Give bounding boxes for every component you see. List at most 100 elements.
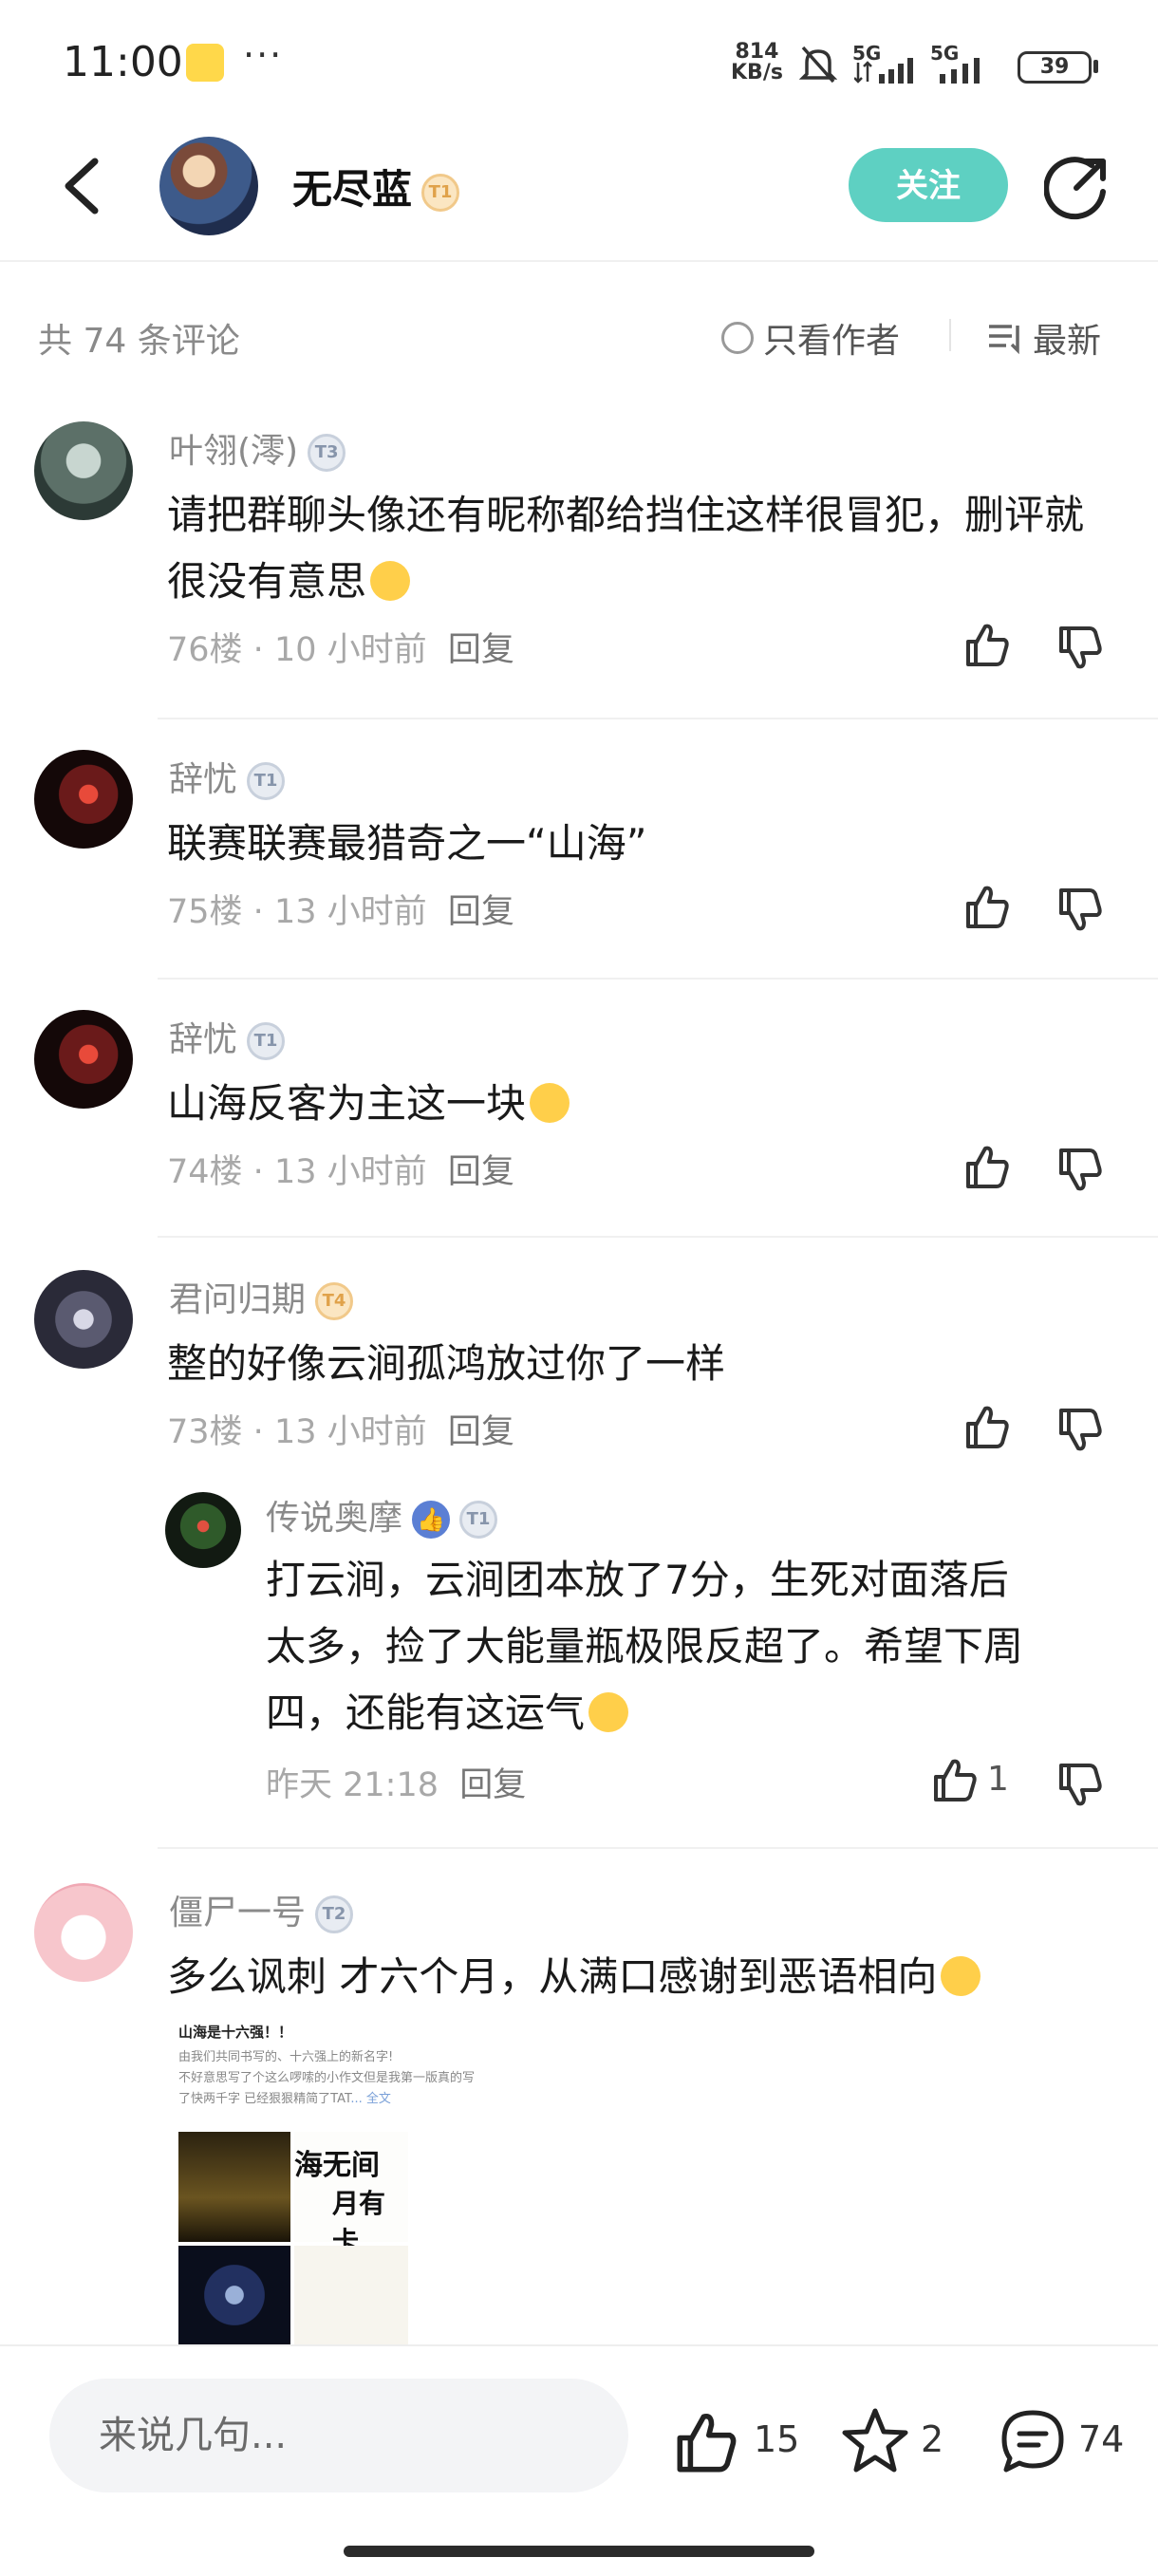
comment-divider: [158, 1847, 1158, 1849]
commenter-name-text: 辞忧: [169, 760, 238, 799]
comment-text-body: 多么讽刺 才六个月，从满口感谢到恶语相向: [167, 1953, 938, 2000]
reply-text-line: 打云涧，云涧团本放了7分，生死对面落后: [266, 1557, 1009, 1603]
commenter-avatar[interactable]: [34, 421, 133, 520]
reply-text: 打云涧，云涧团本放了7分，生死对面落后 太多，捡了大能量瓶极限反超了。希望下周 …: [266, 1547, 1101, 1746]
signal-icon-2: [940, 58, 980, 84]
floor-number: 75楼: [167, 893, 243, 931]
read-more-link[interactable]: ... 全文: [350, 2092, 391, 2106]
reply-button[interactable]: 回复: [448, 1413, 514, 1451]
preview-line: 不好意思写了个这么啰嗦的小作文但是我第一版真的写: [178, 2071, 476, 2085]
comment-text: 山海反客为主这一块: [167, 1071, 1097, 1137]
network-speed-unit: KB/s: [731, 61, 783, 84]
reply-button[interactable]: 回复: [459, 1766, 526, 1804]
sort-toggle[interactable]: 最新: [987, 313, 1101, 363]
reply-avatar[interactable]: [165, 1492, 241, 1568]
reply-button[interactable]: 回复: [448, 893, 514, 931]
level-badge: T4: [315, 1282, 354, 1320]
thumbs-down-icon[interactable]: [1055, 1760, 1105, 1809]
comment-meta: 75楼 · 13 小时前 回复: [167, 893, 514, 931]
comment-bubble-icon[interactable]: [997, 2405, 1069, 2477]
commenter-avatar[interactable]: [34, 1010, 133, 1109]
preview-thumb-2: [178, 2246, 290, 2344]
commenter-avatar[interactable]: [34, 1883, 133, 1982]
thumbs-down-icon[interactable]: [1055, 885, 1105, 934]
preview-title: 山海是十六强！！: [178, 2024, 293, 2041]
preview-calligraphy: 海无间 月有卡: [294, 2132, 408, 2257]
battery-indicator: 39: [1018, 51, 1092, 84]
network-speed-value: 814: [735, 40, 779, 64]
preview-line: 由我们共同书写的、十六强上的新名字!: [178, 2050, 394, 2064]
filter-separator: [949, 319, 951, 351]
author-level-badge: T1: [421, 173, 460, 212]
commenter-name-text: 叶翎(澪): [169, 432, 299, 471]
mute-bell-icon: [799, 46, 837, 84]
reply-meta: 昨天 21:18 回复: [266, 1758, 526, 1806]
battery-tip: [1093, 60, 1098, 73]
comment-divider: [158, 1236, 1158, 1238]
preview-line-last: 了快两千字 已经狠狠精简了TAT... 全文: [178, 2089, 530, 2110]
status-time: 11:00: [63, 38, 183, 86]
post-image-preview[interactable]: 山海是十六强！！ 由我们共同书写的、十六强上的新名字! 不好意思写了个这么啰嗦的…: [178, 2022, 530, 2344]
comment-meta: 73楼 · 13 小时前 回复: [167, 1413, 514, 1451]
reply-button[interactable]: 回复: [448, 631, 514, 669]
page-title[interactable]: 无尽蓝 T1: [292, 158, 460, 215]
preview-text-page: [294, 2246, 408, 2344]
comment-time: 13 小时前: [273, 1413, 427, 1451]
comment-meta: 74楼 · 13 小时前 回复: [167, 1153, 514, 1191]
level-badge: T1: [459, 1501, 498, 1539]
commenter-name[interactable]: 辞忧 T1: [169, 1012, 286, 1061]
floor-number: 73楼: [167, 1413, 243, 1451]
author-only-toggle[interactable]: 只看作者: [721, 313, 900, 363]
smile-emoji-icon: [588, 1692, 629, 1732]
replier-name[interactable]: 传说奥摩 👍 T1: [266, 1490, 498, 1540]
reply-text-line: 四，还能有这运气: [266, 1680, 1101, 1746]
commenter-name[interactable]: 僵尸一号 T2: [169, 1885, 354, 1934]
comment-text-body: 请把群聊头像还有昵称都给挡住这样很冒犯，删评就很没有意思: [167, 492, 1085, 605]
commenter-name[interactable]: 君问归期 T4: [169, 1272, 354, 1321]
reply-button[interactable]: 回复: [448, 1153, 514, 1191]
comment-divider: [158, 718, 1158, 719]
thumbs-up-icon[interactable]: [962, 1143, 1012, 1192]
author-avatar[interactable]: [159, 137, 258, 235]
back-arrow-icon[interactable]: [57, 156, 104, 216]
more-notifications-icon: ···: [243, 34, 284, 76]
star-count: 2: [921, 2418, 944, 2460]
home-indicator[interactable]: [344, 2546, 814, 2557]
commenter-name[interactable]: 叶翎(澪) T3: [169, 423, 346, 473]
comment-input[interactable]: 来说几句...: [49, 2379, 628, 2492]
floor-number: 74楼: [167, 1153, 243, 1191]
comment-count: 共 74 条评论: [38, 322, 240, 361]
sort-label: 最新: [1033, 322, 1102, 361]
level-badge: T2: [315, 1895, 354, 1933]
follow-button[interactable]: 关注: [849, 148, 1008, 222]
author-only-label: 只看作者: [763, 322, 901, 361]
comment-text: 请把群聊头像还有昵称都给挡住这样很冒犯，删评就很没有意思: [167, 482, 1097, 615]
thumbs-up-icon[interactable]: [930, 1756, 980, 1805]
comment-total: 74: [1078, 2418, 1125, 2460]
heart-eyes-emoji-icon: [941, 1956, 981, 1996]
thumbs-down-icon[interactable]: [1055, 1145, 1105, 1194]
calligraphy-line: 海无间: [294, 2149, 380, 2182]
radio-circle-icon: [721, 322, 754, 354]
reply-like-count: 1: [987, 1760, 1009, 1799]
level-badge: T1: [247, 1022, 286, 1060]
comment-text: 多么讽刺 才六个月，从满口感谢到恶语相向: [167, 1944, 1116, 2010]
commenter-avatar[interactable]: [34, 750, 133, 849]
comment-text: 整的好像云涧孤鸿放过你了一样: [167, 1340, 726, 1387]
comment-text-body: 山海反客为主这一块: [167, 1080, 527, 1127]
thumbs-down-icon[interactable]: [1055, 623, 1105, 672]
cool-emoji-icon: [530, 1083, 570, 1123]
reply-text-line-body: 四，还能有这运气: [266, 1689, 586, 1736]
commenter-name[interactable]: 辞忧 T1: [169, 752, 286, 801]
app-notification-icon: [186, 44, 224, 82]
thumbs-up-icon[interactable]: [962, 621, 1012, 670]
header-divider: [0, 260, 1158, 262]
thumbs-down-icon[interactable]: [1055, 1405, 1105, 1454]
thumbs-up-icon[interactable]: [962, 883, 1012, 932]
thumbs-up-icon[interactable]: [962, 1403, 1012, 1452]
share-icon[interactable]: [1044, 154, 1111, 220]
sort-list-icon: [989, 325, 1019, 354]
commenter-avatar[interactable]: [34, 1270, 133, 1369]
like-post-icon[interactable]: [672, 2409, 740, 2477]
star-favorite-icon[interactable]: [839, 2405, 911, 2477]
